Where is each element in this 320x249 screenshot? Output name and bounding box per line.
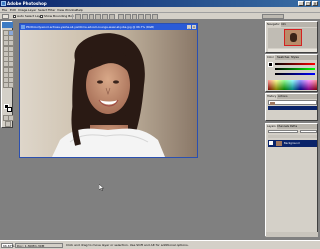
blend-mode-dropdown[interactable] (268, 130, 298, 133)
close-button[interactable]: × (312, 1, 318, 6)
zoom-tool-icon[interactable] (8, 82, 14, 88)
tab-info[interactable]: Info (280, 22, 287, 27)
document-icon (21, 25, 25, 29)
options-separator (72, 14, 73, 19)
tab-actions[interactable]: Actions (277, 94, 288, 99)
menu-file[interactable]: File (2, 8, 7, 12)
tab-layers[interactable]: Layers (266, 124, 277, 129)
color-spectrum-bar[interactable] (268, 80, 317, 90)
show-bounding-box-label: Show Bounding Box (44, 14, 74, 18)
align-hcenter-icon[interactable] (102, 14, 109, 20)
minimize-button[interactable]: _ (298, 1, 304, 6)
distribute-top-icon[interactable] (118, 14, 124, 20)
distribute-right-icon[interactable] (152, 14, 158, 20)
history-palette: History Actions (265, 93, 318, 121)
layers-tab-row: Layers Channels Paths (266, 124, 317, 129)
document-minimize-button[interactable]: _ (187, 25, 191, 29)
auto-select-layer-checkbox[interactable] (13, 15, 16, 18)
tab-color[interactable]: Color (266, 55, 275, 60)
navigator-thumbnail-subject (290, 33, 297, 42)
align-vcenter-icon[interactable] (81, 14, 88, 20)
layer-thumbnail (276, 141, 282, 146)
document-window: PSCN-bollywood-actress-yasha-ali-yamtime… (19, 23, 198, 158)
distribute-bottom-icon[interactable] (131, 14, 138, 20)
history-tab-row: History Actions (266, 94, 317, 99)
eye-icon[interactable] (269, 141, 273, 145)
options-bar: Auto Select Layer Show Bounding Box (0, 13, 320, 20)
align-bottom-icon[interactable] (88, 14, 95, 20)
toolbox (1, 21, 14, 128)
distribute-hcenter-icon[interactable] (145, 14, 152, 20)
align-right-icon[interactable] (109, 14, 115, 20)
color-fg-swatch[interactable] (268, 62, 273, 67)
distribute-buttons (118, 14, 158, 20)
navigator-palette: Navigator Info (265, 21, 318, 53)
navigator-view-box[interactable] (284, 29, 302, 46)
blue-slider[interactable] (275, 73, 315, 75)
layer-row-background[interactable]: Background (268, 140, 317, 147)
tab-history[interactable]: History (266, 94, 278, 99)
menu-view[interactable]: View (57, 8, 64, 12)
app-title: Adobe Photoshop (7, 1, 47, 6)
distribute-left-icon[interactable] (138, 14, 145, 20)
layers-palette: Layers Channels Paths Background (265, 123, 318, 237)
status-bar: 66.67% Doc: 1.30M/1.30M Click and drag t… (0, 240, 320, 249)
align-buttons (75, 14, 115, 20)
tab-paths[interactable]: Paths (289, 124, 298, 129)
red-slider[interactable] (275, 63, 315, 65)
toolbox-header-logo (2, 22, 13, 28)
layers-footer-buttons (266, 232, 318, 237)
navigator-zoom-slider[interactable] (268, 49, 317, 52)
photo-canvas[interactable] (20, 30, 197, 157)
title-bar: Adobe Photoshop _ □ × (0, 0, 320, 7)
background-color-swatch[interactable] (7, 107, 12, 112)
navigator-tab-row: Navigator Info (266, 22, 317, 27)
menu-image[interactable]: Image (18, 8, 27, 12)
color-palette: Color Swatches Styles (265, 54, 318, 92)
document-size-info[interactable]: Doc: 1.30M/1.30M (15, 243, 63, 248)
menu-help[interactable]: Help (76, 8, 83, 12)
lock-row (268, 135, 317, 138)
maximize-button[interactable]: □ (305, 1, 311, 6)
history-snapshot-row[interactable] (268, 100, 317, 105)
green-slider[interactable] (275, 68, 315, 70)
navigator-preview-area (268, 28, 317, 48)
palette-well[interactable] (262, 14, 284, 19)
status-hint-text: Click and drag to move layer or selectio… (66, 243, 189, 247)
menu-layer[interactable]: Layer (28, 8, 36, 12)
screen-mode-icon[interactable] (5, 121, 11, 127)
layer-name[interactable]: Background (284, 141, 299, 146)
color-tab-row: Color Swatches Styles (266, 55, 317, 60)
distribute-vcenter-icon[interactable] (124, 14, 131, 20)
menu-edit[interactable]: Edit (10, 8, 16, 12)
tab-swatches[interactable]: Swatches (276, 55, 290, 60)
tab-navigator[interactable]: Navigator (266, 22, 281, 27)
move-tool-preset-icon[interactable] (2, 14, 9, 19)
history-state-selected[interactable] (268, 106, 317, 110)
document-close-button[interactable]: × (192, 25, 196, 29)
zoom-level-field[interactable]: 66.67% (1, 243, 14, 248)
portrait-photo (20, 30, 197, 157)
tab-styles[interactable]: Styles (290, 55, 300, 60)
align-top-icon[interactable] (75, 14, 81, 20)
menu-select[interactable]: Select (38, 8, 47, 12)
opacity-field[interactable] (300, 130, 317, 133)
history-snapshot-thumbnail (270, 101, 275, 105)
photoshop-app-icon (1, 1, 6, 6)
tab-channels[interactable]: Channels (276, 124, 290, 129)
align-left-icon[interactable] (95, 14, 102, 20)
menu-filter[interactable]: Filter (48, 8, 55, 12)
mouse-pointer-icon (99, 184, 104, 191)
show-bounding-box-checkbox[interactable] (40, 15, 43, 18)
